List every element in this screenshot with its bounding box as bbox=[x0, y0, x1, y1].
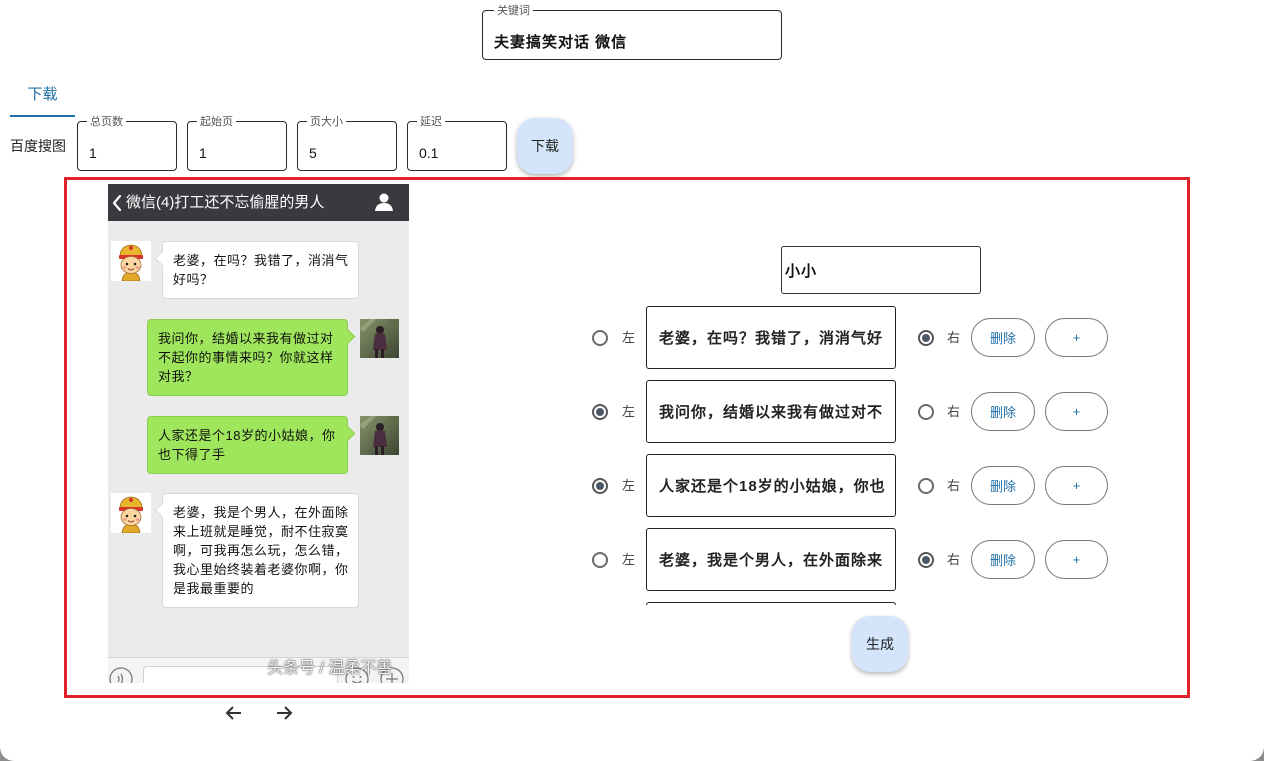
watermark: 头条号 / 温柔不善 bbox=[267, 660, 393, 677]
arrow-right-icon bbox=[277, 706, 293, 720]
add-row-button[interactable]: + bbox=[1045, 318, 1108, 357]
dialogue-text-input[interactable] bbox=[646, 380, 896, 443]
right-side-radio[interactable] bbox=[918, 552, 934, 568]
photo-avatar-icon bbox=[360, 319, 399, 358]
left-side-label: 左 bbox=[622, 478, 636, 493]
photo-avatar-icon bbox=[360, 416, 399, 455]
delete-row-button[interactable]: 删除 bbox=[971, 466, 1035, 505]
tab-download-label: 下载 bbox=[27, 86, 58, 103]
message-bubble-incoming: 老婆，在吗？我错了，消消气 好吗？ bbox=[162, 241, 359, 299]
total-pages-input[interactable] bbox=[89, 143, 169, 163]
add-row-button[interactable]: + bbox=[1045, 540, 1108, 579]
arrow-left-icon bbox=[225, 706, 241, 720]
chat-header: 微信(4)打工还不忘偷腥的男人 bbox=[108, 184, 409, 221]
left-side-label: 左 bbox=[622, 404, 636, 419]
dialogue-row: 左 右 删除 + bbox=[585, 528, 1115, 591]
total-pages-field[interactable]: 总页数 bbox=[77, 115, 177, 171]
dialogue-row: 左 右 删除 + bbox=[585, 454, 1115, 517]
start-page-field[interactable]: 起始页 bbox=[187, 115, 287, 171]
right-side-radio[interactable] bbox=[918, 330, 934, 346]
cartoon-avatar-icon bbox=[111, 493, 151, 533]
keyword-field[interactable]: 关键词 bbox=[482, 4, 782, 60]
right-side-radio[interactable] bbox=[918, 404, 934, 420]
message-line: 啊，可我再怎么玩，怎么错， bbox=[173, 543, 349, 558]
message-line: 我心里始终装着老婆你啊，你 bbox=[173, 562, 349, 577]
right-side-radio[interactable] bbox=[918, 478, 934, 494]
delay-label: 延迟 bbox=[417, 115, 445, 129]
delete-row-button[interactable]: 删除 bbox=[971, 540, 1035, 579]
delay-input[interactable] bbox=[419, 143, 499, 163]
page-size-input[interactable] bbox=[309, 143, 389, 163]
dialogue-text-input-partial[interactable] bbox=[646, 602, 896, 605]
delete-row-button[interactable]: 删除 bbox=[971, 392, 1035, 431]
delete-row-button[interactable]: 删除 bbox=[971, 318, 1035, 357]
message-line: 对我？ bbox=[158, 369, 199, 384]
chevron-left-icon bbox=[112, 194, 122, 212]
tab-download[interactable]: 下载 bbox=[10, 78, 75, 117]
left-side-label: 左 bbox=[622, 330, 636, 345]
cartoon-avatar-icon bbox=[111, 241, 151, 281]
message-line: 好吗？ bbox=[173, 272, 214, 287]
prev-image-button[interactable] bbox=[224, 703, 244, 723]
dialogue-text-input[interactable] bbox=[646, 528, 896, 591]
message-line: 来上班就是睡觉，耐不住寂寞 bbox=[173, 524, 349, 539]
message-line: 也下得了手 bbox=[158, 447, 226, 462]
contact-name-input[interactable] bbox=[781, 246, 981, 294]
start-page-input[interactable] bbox=[199, 143, 279, 163]
next-image-button[interactable] bbox=[274, 703, 294, 723]
dialogue-rows-list[interactable]: 左 右 删除 + 左 右 删除 + 左 右 删除 + bbox=[585, 300, 1115, 605]
message-bubble-outgoing: 我问你，结婚以来我有做过对 不起你的事情来吗？你就这样 对我？ bbox=[147, 319, 348, 396]
dialogue-row: 左 右 删除 + bbox=[585, 306, 1115, 369]
message-line: 是我最重要的 bbox=[173, 581, 255, 596]
message-bubble-incoming: 老婆，我是个男人，在外面除 来上班就是睡觉，耐不住寂寞 啊，可我再怎么玩，怎么错… bbox=[162, 493, 359, 608]
message-line: 人家还是个18岁的小姑娘，你 bbox=[158, 428, 336, 443]
left-side-radio[interactable] bbox=[592, 552, 608, 568]
message-line: 老婆，我是个男人，在外面除 bbox=[173, 505, 349, 520]
app-window: 关键词 下载 百度搜图 总页数 起始页 页大小 延迟 下载 微信(4)打工还不忘… bbox=[0, 0, 1264, 761]
person-icon bbox=[375, 193, 393, 211]
message-line: 不起你的事情来吗？你就这样 bbox=[158, 350, 334, 365]
left-side-radio[interactable] bbox=[592, 478, 608, 494]
right-side-label: 右 bbox=[947, 478, 961, 493]
right-side-label: 右 bbox=[947, 552, 961, 567]
dialogue-text-input[interactable] bbox=[646, 306, 896, 369]
left-side-label: 左 bbox=[622, 552, 636, 567]
generate-button[interactable]: 生成 bbox=[852, 616, 908, 672]
chat-preview-image: 微信(4)打工还不忘偷腥的男人 老婆，在吗？我错了，消消气 好吗？ 我问你，结婚… bbox=[108, 184, 409, 683]
page-size-field[interactable]: 页大小 bbox=[297, 115, 397, 171]
message-line: 我问你，结婚以来我有做过对 bbox=[158, 331, 334, 346]
left-side-radio[interactable] bbox=[592, 404, 608, 420]
chat-title: 微信(4)打工还不忘偷腥的男人 bbox=[126, 194, 325, 211]
start-page-label: 起始页 bbox=[197, 115, 236, 129]
search-source-label: 百度搜图 bbox=[10, 138, 66, 154]
dialogue-text-input[interactable] bbox=[646, 454, 896, 517]
page-size-label: 页大小 bbox=[307, 115, 346, 129]
dialogue-row: 左 右 删除 + bbox=[585, 380, 1115, 443]
keyword-input[interactable] bbox=[494, 30, 764, 52]
right-side-label: 右 bbox=[947, 330, 961, 345]
left-side-radio[interactable] bbox=[592, 330, 608, 346]
add-row-button[interactable]: + bbox=[1045, 466, 1108, 505]
delay-field[interactable]: 延迟 bbox=[407, 115, 507, 171]
add-row-button[interactable]: + bbox=[1045, 392, 1108, 431]
message-line: 老婆，在吗？我错了，消消气 bbox=[173, 253, 349, 268]
right-side-label: 右 bbox=[947, 404, 961, 419]
download-button[interactable]: 下载 bbox=[517, 118, 573, 174]
message-bubble-outgoing: 人家还是个18岁的小姑娘，你 也下得了手 bbox=[147, 416, 348, 474]
voice-icon bbox=[109, 667, 133, 683]
keyword-label: 关键词 bbox=[494, 4, 533, 18]
total-pages-label: 总页数 bbox=[87, 115, 126, 129]
